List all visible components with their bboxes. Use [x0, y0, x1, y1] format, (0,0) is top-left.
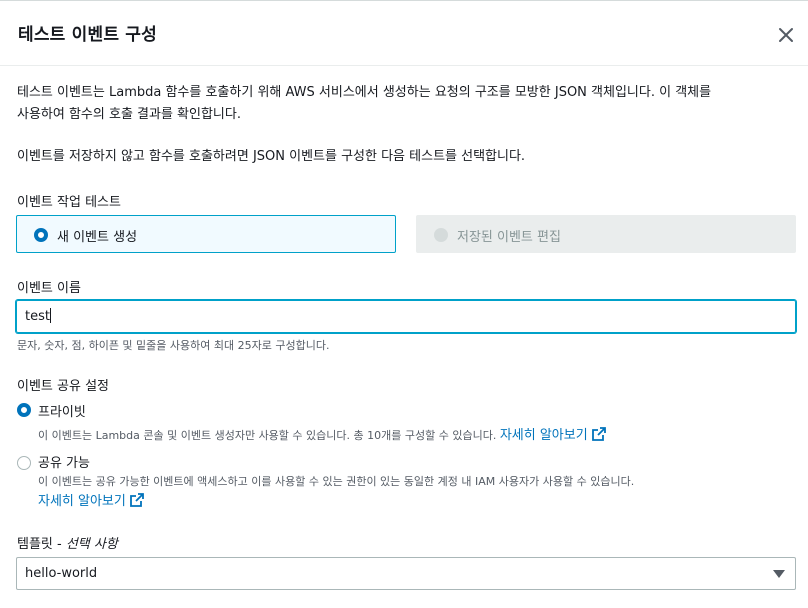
radio-private[interactable]: [17, 403, 31, 417]
sharing-label: 이벤트 공유 설정: [17, 379, 109, 394]
template-label: 템플릿 - 선택 사항: [17, 533, 118, 552]
close-button[interactable]: [776, 25, 796, 45]
private-description-text: 이 이벤트는 Lambda 콘솔 및 이벤트 생성자만 사용할 수 있습니다. …: [38, 429, 497, 442]
template-label-optional: 선택 사항: [65, 537, 118, 552]
event-name-hint: 문자, 숫자, 점, 하이픈 및 밑줄을 사용하여 최대 25자로 구성합니다.: [17, 339, 330, 352]
template-select[interactable]: hello-world: [16, 557, 796, 590]
radio-new-event[interactable]: [34, 228, 48, 242]
learn-more-link-shareable[interactable]: 자세히 알아보기: [38, 490, 144, 509]
close-icon: [779, 28, 793, 42]
shareable-description: 이 이벤트는 공유 가능한 이벤트에 액세스하고 이를 사용할 수 있는 권한이…: [38, 475, 635, 488]
event-name-input[interactable]: test: [16, 300, 796, 333]
option-edit-saved-event-label: 저장된 이벤트 편집: [457, 230, 561, 245]
radio-edit-saved-event: [434, 228, 448, 242]
radio-shareable[interactable]: [17, 456, 31, 470]
dialog-title: 테스트 이벤트 구성: [18, 25, 157, 45]
event-action-label: 이벤트 작업 테스트: [17, 195, 121, 210]
option-new-event[interactable]: 새 이벤트 생성: [16, 215, 396, 253]
learn-more-link-private[interactable]: 자세히 알아보기: [499, 427, 606, 443]
event-name-label: 이벤트 이름: [17, 281, 81, 296]
event-name-value: test: [25, 309, 50, 324]
text-cursor: [49, 308, 51, 323]
learn-more-link-private-text: 자세히 알아보기: [499, 428, 588, 443]
learn-more-link-shareable-text: 자세히 알아보기: [38, 494, 126, 509]
intro-text-line3: 이벤트를 저장하지 않고 함수를 호출하려면 JSON 이벤트를 구성한 다음 …: [17, 149, 526, 164]
template-label-text: 템플릿 -: [17, 537, 66, 552]
external-link-icon: [591, 427, 606, 441]
intro-text-line1: 테스트 이벤트는 Lambda 함수를 호출하기 위해 AWS 서비스에서 생성…: [17, 85, 712, 100]
radio-private-label: 프라이빗: [38, 405, 86, 420]
caret-down-icon: [773, 570, 785, 578]
option-new-event-label: 새 이벤트 생성: [57, 230, 138, 245]
intro-text-line2: 사용하여 함수의 호출 결과를 확인합니다.: [17, 107, 241, 122]
radio-shareable-label: 공유 가능: [38, 456, 90, 471]
template-select-value: hello-world: [25, 566, 98, 581]
private-description: 이 이벤트는 Lambda 콘솔 및 이벤트 생성자만 사용할 수 있습니다. …: [38, 424, 606, 443]
external-link-icon: [129, 493, 144, 507]
option-edit-saved-event: 저장된 이벤트 편집: [416, 215, 796, 253]
dialog-header: 테스트 이벤트 구성: [0, 0, 808, 66]
